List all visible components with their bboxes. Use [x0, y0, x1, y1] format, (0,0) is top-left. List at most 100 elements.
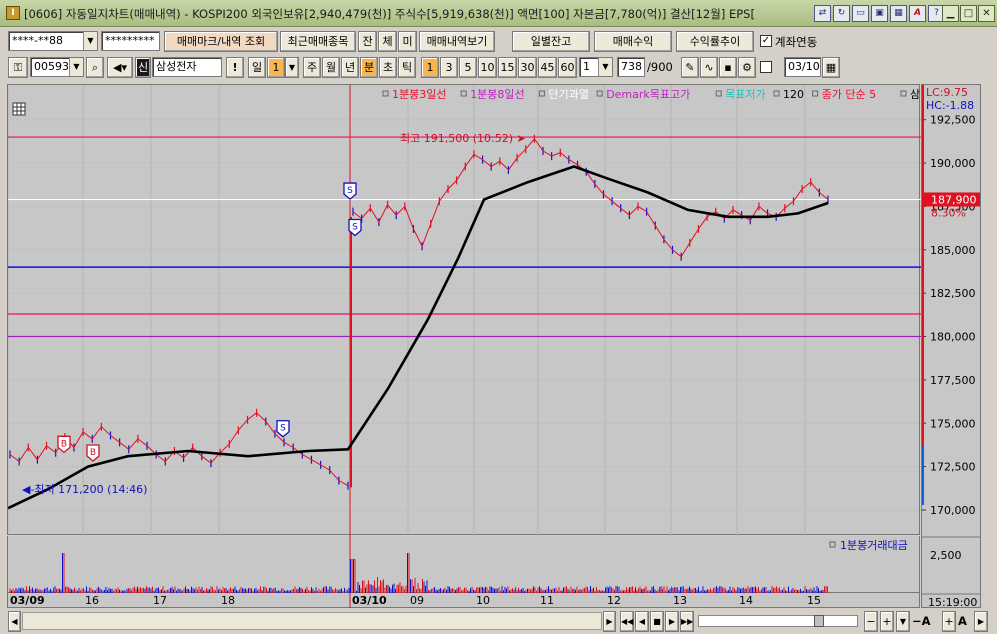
gear-icon[interactable]: ⚙	[738, 57, 756, 78]
marks-query-button[interactable]: 매매마크/내역 조회	[164, 31, 278, 52]
tab-day[interactable]: 일	[248, 57, 266, 78]
date-field[interactable]: 03/10	[784, 57, 821, 77]
price-chart[interactable]: B B S S S 최고 191,500 (10:52) ➤ ◀-최저 171,200 (1…	[7, 84, 950, 536]
time-axis-svg: 03/09 16 17 18 03/10 09 10 11 12 13 14 15	[10, 593, 821, 608]
indicator-icon[interactable]: ∿	[700, 57, 718, 78]
minute-1[interactable]: 1	[421, 57, 439, 78]
vertical-scrollbar[interactable]	[981, 84, 995, 608]
password-field[interactable]: *********	[101, 31, 160, 51]
vol-tick-label: 2,500	[930, 549, 962, 562]
zoom-slider[interactable]	[698, 615, 858, 627]
scroll-left-icon[interactable]: ◀	[8, 611, 21, 632]
high-annotation: 최고 191,500 (10:52) ➤	[400, 132, 526, 145]
search-icon[interactable]: ⌕	[86, 57, 104, 78]
balance-button[interactable]: 잔	[358, 31, 377, 52]
legend-item: Demark목표고가	[606, 88, 690, 101]
date-checkbox[interactable]	[760, 61, 772, 73]
play-icon[interactable]: ▶	[665, 611, 679, 632]
tab-month[interactable]: 월	[322, 57, 340, 78]
unfilled-button[interactable]: 미	[398, 31, 417, 52]
zoom-slider-thumb[interactable]	[814, 615, 824, 627]
menu-icon[interactable]: ▶	[974, 611, 988, 632]
chevron-down-icon[interactable]: ▼	[285, 57, 299, 78]
save-icon[interactable]: ▪	[719, 57, 737, 78]
chevron-down-icon[interactable]: ▼	[598, 58, 612, 76]
chevron-down-icon[interactable]: ▼	[69, 58, 83, 76]
speaker-icon[interactable]: ◀▾	[107, 57, 133, 78]
forward-icon[interactable]: ▶▶	[680, 611, 694, 632]
filled-button[interactable]: 체	[378, 31, 397, 52]
close-icon[interactable]: ✕	[978, 5, 995, 22]
minute-45[interactable]: 45	[538, 57, 557, 78]
minute-30[interactable]: 30	[518, 57, 537, 78]
tab-second[interactable]: 초	[379, 57, 397, 78]
tab-minute[interactable]: 분	[360, 57, 378, 78]
view-history-button[interactable]: 매매내역보기	[419, 31, 495, 52]
return-trend-button[interactable]: 수익률추이	[676, 31, 754, 52]
horizontal-scrollbar[interactable]	[22, 612, 602, 630]
price-tick-label: 170,000	[930, 504, 976, 517]
tab-year[interactable]: 년	[341, 57, 359, 78]
signal-label: B	[90, 448, 96, 458]
price-tick-label: 192,500	[930, 114, 976, 127]
time-axis-label: 10	[476, 594, 490, 607]
font-size-up-icon[interactable]: A	[958, 614, 967, 628]
time-axis-label: 11	[540, 594, 554, 607]
signal-label: S	[352, 223, 358, 233]
vol-legend: 1분봉거래대금	[840, 539, 908, 552]
period-count[interactable]: 1	[267, 57, 285, 78]
increase-icon[interactable]: +	[942, 611, 956, 632]
play-back-icon[interactable]: ◀	[635, 611, 649, 632]
sync-icon[interactable]: ↻	[833, 5, 850, 22]
account-select[interactable]: ****-**88 ▼	[8, 31, 98, 51]
toolbar-account: ****-**88 ▼ ********* 매매마크/내역 조회 최근매매종목 …	[0, 28, 997, 54]
monitor-icon[interactable]: ▣	[871, 5, 888, 22]
warning-button[interactable]: !	[226, 57, 244, 78]
key-icon[interactable]: ⚿	[8, 57, 28, 78]
legend-swatch	[382, 90, 389, 97]
grid-toggle-icon	[12, 102, 26, 116]
window-title: [0606] 자동일지차트(매매내역) - KOSPI200 외국인보유[2,9…	[24, 7, 755, 21]
chevron-down-icon[interactable]: ▼	[83, 32, 97, 50]
minute-60[interactable]: 60	[558, 57, 577, 78]
tile-icon[interactable]: ▦	[890, 5, 907, 22]
scroll-right-icon[interactable]: ▶	[603, 611, 616, 632]
font-size-icon[interactable]: −A	[912, 614, 931, 628]
recent-trades-button[interactable]: 최근매매종목	[280, 31, 356, 52]
vol-legend-swatch	[829, 541, 836, 548]
maximize-icon[interactable]: □	[960, 5, 977, 22]
price-badge-label: 187,900	[931, 193, 977, 206]
daily-balance-button[interactable]: 일별잔고	[512, 31, 590, 52]
font-icon[interactable]: A	[909, 5, 926, 22]
display-count-field[interactable]: 738	[617, 57, 645, 77]
day2-price-line	[352, 137, 829, 258]
zoom-out-icon[interactable]: −	[864, 611, 878, 632]
minimize-icon[interactable]: ▁	[942, 5, 959, 22]
time-axis-label: 16	[85, 594, 99, 607]
tab-tick[interactable]: 틱	[398, 57, 416, 78]
time-axis: 03/09 16 17 18 03/10 09 10 11 12 13 14 15	[7, 593, 920, 608]
minute-5[interactable]: 5	[459, 57, 477, 78]
code-field[interactable]: 005930 ▼	[30, 57, 84, 77]
stop-icon[interactable]: ■	[650, 611, 664, 632]
price-tick-label: 185,000	[930, 244, 976, 257]
window-controls: ▁ □ ✕	[942, 5, 995, 22]
screen-icon[interactable]: ▭	[852, 5, 869, 22]
legend-item: 1분봉8일선	[470, 87, 524, 101]
signal-label: S	[347, 186, 353, 196]
calendar-icon[interactable]: ▦	[822, 57, 840, 78]
link-icon[interactable]: ⇄	[814, 5, 831, 22]
minute-3[interactable]: 3	[440, 57, 458, 78]
minute-15[interactable]: 15	[498, 57, 517, 78]
zoom-in-icon[interactable]: +	[880, 611, 894, 632]
minute-10[interactable]: 10	[478, 57, 497, 78]
volume-chart[interactable]: 1분봉거래대금	[7, 536, 920, 593]
trade-profit-button[interactable]: 매매수익	[594, 31, 672, 52]
price-tick-label: 190,000	[930, 157, 976, 170]
rewind-icon[interactable]: ◀◀	[620, 611, 634, 632]
tools-icon[interactable]: ✎	[681, 57, 699, 78]
unit-select[interactable]: 1 ▼	[579, 57, 613, 77]
account-link-checkbox[interactable]: ✓	[760, 35, 772, 47]
decrease-icon[interactable]: ▼	[896, 611, 910, 632]
tab-week[interactable]: 주	[303, 57, 321, 78]
